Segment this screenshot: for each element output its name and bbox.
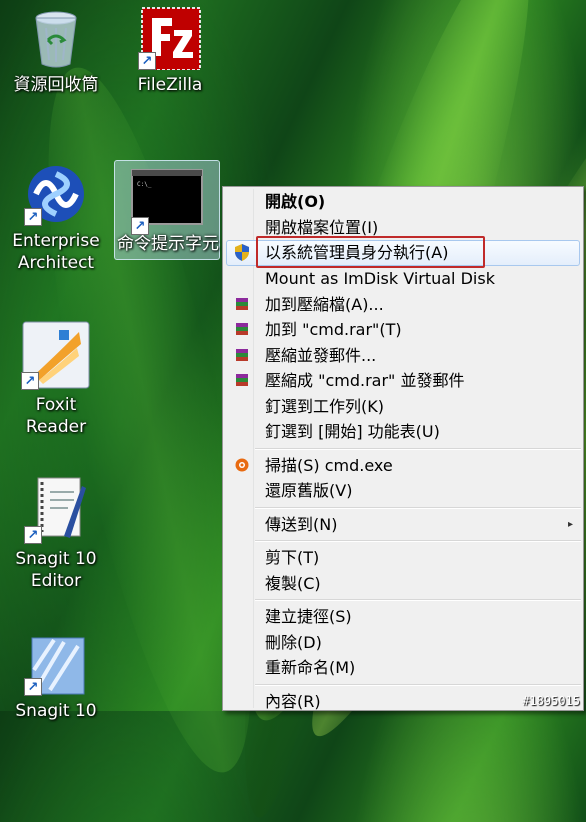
menu-item-restore-previous-versions[interactable]: 還原舊版(V) xyxy=(223,478,583,504)
winrar-icon xyxy=(234,321,250,337)
menu-item-compress-and-email[interactable]: 壓縮並發郵件... xyxy=(223,343,583,369)
menu-item-label: 壓縮成 "cmd.rar" 並發郵件 xyxy=(265,371,465,390)
snagit-editor-icon: ↗ xyxy=(24,472,88,544)
desktop-icon-enterprise-architect[interactable]: ↗ Enterprise Architect xyxy=(4,162,108,274)
enterprise-architect-icon: ↗ xyxy=(24,162,88,226)
menu-item-label: 加到 "cmd.rar"(T) xyxy=(265,320,402,339)
foxit-reader-icon: ↗ xyxy=(21,320,91,390)
menu-item-label: Mount as ImDisk Virtual Disk xyxy=(265,269,495,288)
desktop-icon-label: FileZilla xyxy=(137,75,203,95)
menu-item-pin-to-start-menu[interactable]: 釘選到 [開始] 功能表(U) xyxy=(223,419,583,445)
menu-item-label: 建立捷徑(S) xyxy=(265,607,352,626)
shortcut-arrow-icon: ↗ xyxy=(138,52,156,70)
menu-item-label: 開啟檔案位置(I) xyxy=(265,217,379,237)
cmd-icon: C:\_ ↗ xyxy=(131,169,203,235)
desktop-icon-label: Enterprise Architect xyxy=(12,231,100,273)
desktop-icon-foxit-reader[interactable]: ↗ Foxit Reader xyxy=(4,320,108,438)
desktop-icon-label: 資源回收筒 xyxy=(13,75,99,95)
menu-item-create-shortcut[interactable]: 建立捷徑(S) xyxy=(223,604,583,630)
menu-item-scan[interactable]: 掃描(S) cmd.exe xyxy=(223,453,583,479)
shortcut-arrow-icon: ↗ xyxy=(24,678,42,696)
desktop-icon-label: 命令提示字元 xyxy=(117,234,219,254)
menu-item-label: 還原舊版(V) xyxy=(265,481,353,500)
menu-item-copy[interactable]: 複製(C) xyxy=(223,571,583,597)
image-id-watermark: #1895015 xyxy=(522,694,580,708)
menu-item-label: 內容(R) xyxy=(265,691,321,711)
submenu-arrow-icon: ▸ xyxy=(567,518,573,530)
menu-item-label: 壓縮並發郵件... xyxy=(265,345,377,365)
menu-separator xyxy=(255,683,581,686)
winrar-icon xyxy=(234,372,250,388)
menu-item-rename[interactable]: 重新命名(M) xyxy=(223,655,583,681)
shortcut-arrow-icon: ↗ xyxy=(21,372,39,390)
menu-item-send-to[interactable]: 傳送到(N) ▸ xyxy=(223,512,583,538)
menu-item-label: 剪下(T) xyxy=(265,548,320,567)
menu-item-label: 開啟(O) xyxy=(265,192,326,211)
uac-shield-icon xyxy=(234,243,250,261)
shortcut-arrow-icon: ↗ xyxy=(24,526,42,544)
menu-separator xyxy=(255,540,581,542)
menu-item-add-to-cmd-rar[interactable]: 加到 "cmd.rar"(T) xyxy=(223,317,583,343)
menu-item-add-to-archive[interactable]: 加到壓縮檔(A)... xyxy=(223,292,583,318)
menu-item-compress-cmd-rar-and-email[interactable]: 壓縮成 "cmd.rar" 並發郵件 xyxy=(223,368,583,394)
desktop-icon-label: Snagit 10 Editor xyxy=(15,549,97,591)
menu-item-delete[interactable]: 刪除(D) xyxy=(223,630,583,656)
winrar-icon xyxy=(234,296,250,312)
menu-separator xyxy=(255,447,581,450)
menu-separator xyxy=(255,599,581,601)
svg-text:C:\_: C:\_ xyxy=(137,181,152,188)
menu-item-label: 刪除(D) xyxy=(265,632,322,652)
desktop-icon-label: Foxit Reader xyxy=(25,395,87,437)
desktop-icon-cmd[interactable]: C:\_ ↗ 命令提示字元 xyxy=(114,160,220,260)
desktop-icon-snagit-editor[interactable]: ↗ Snagit 10 Editor xyxy=(4,472,108,592)
menu-item-label: 傳送到(N) xyxy=(265,514,338,534)
menu-item-mount-imdisk[interactable]: Mount as ImDisk Virtual Disk xyxy=(223,266,583,292)
menu-item-label: 釘選到 [開始] 功能表(U) xyxy=(265,422,440,441)
snagit-icon: ↗ xyxy=(24,632,88,696)
menu-item-label: 重新命名(M) xyxy=(265,658,356,677)
menu-item-label: 掃描(S) cmd.exe xyxy=(265,455,393,475)
filezilla-icon: ↗ xyxy=(138,6,202,71)
desktop-icon-snagit[interactable]: ↗ Snagit 10 xyxy=(4,632,108,722)
avast-icon xyxy=(234,457,250,473)
menu-item-open[interactable]: 開啟(O) xyxy=(223,189,583,215)
menu-separator xyxy=(255,506,581,509)
menu-item-pin-to-taskbar[interactable]: 釘選到工作列(K) xyxy=(223,394,583,420)
shortcut-arrow-icon: ↗ xyxy=(24,208,42,226)
winrar-icon xyxy=(234,347,250,363)
menu-item-cut[interactable]: 剪下(T) xyxy=(223,545,583,571)
menu-item-label: 釘選到工作列(K) xyxy=(265,396,384,416)
menu-item-label: 加到壓縮檔(A)... xyxy=(265,294,384,314)
menu-item-label: 複製(C) xyxy=(265,573,321,593)
desktop-icon-recycle-bin[interactable]: 資源回收筒 xyxy=(4,6,108,96)
desktop-icon-filezilla[interactable]: ↗ FileZilla xyxy=(118,6,222,96)
highlight-annotation-box xyxy=(256,236,485,268)
desktop-icon-label: Snagit 10 xyxy=(15,701,97,721)
shortcut-arrow-icon: ↗ xyxy=(131,217,149,235)
recycle-bin-icon xyxy=(24,6,88,70)
